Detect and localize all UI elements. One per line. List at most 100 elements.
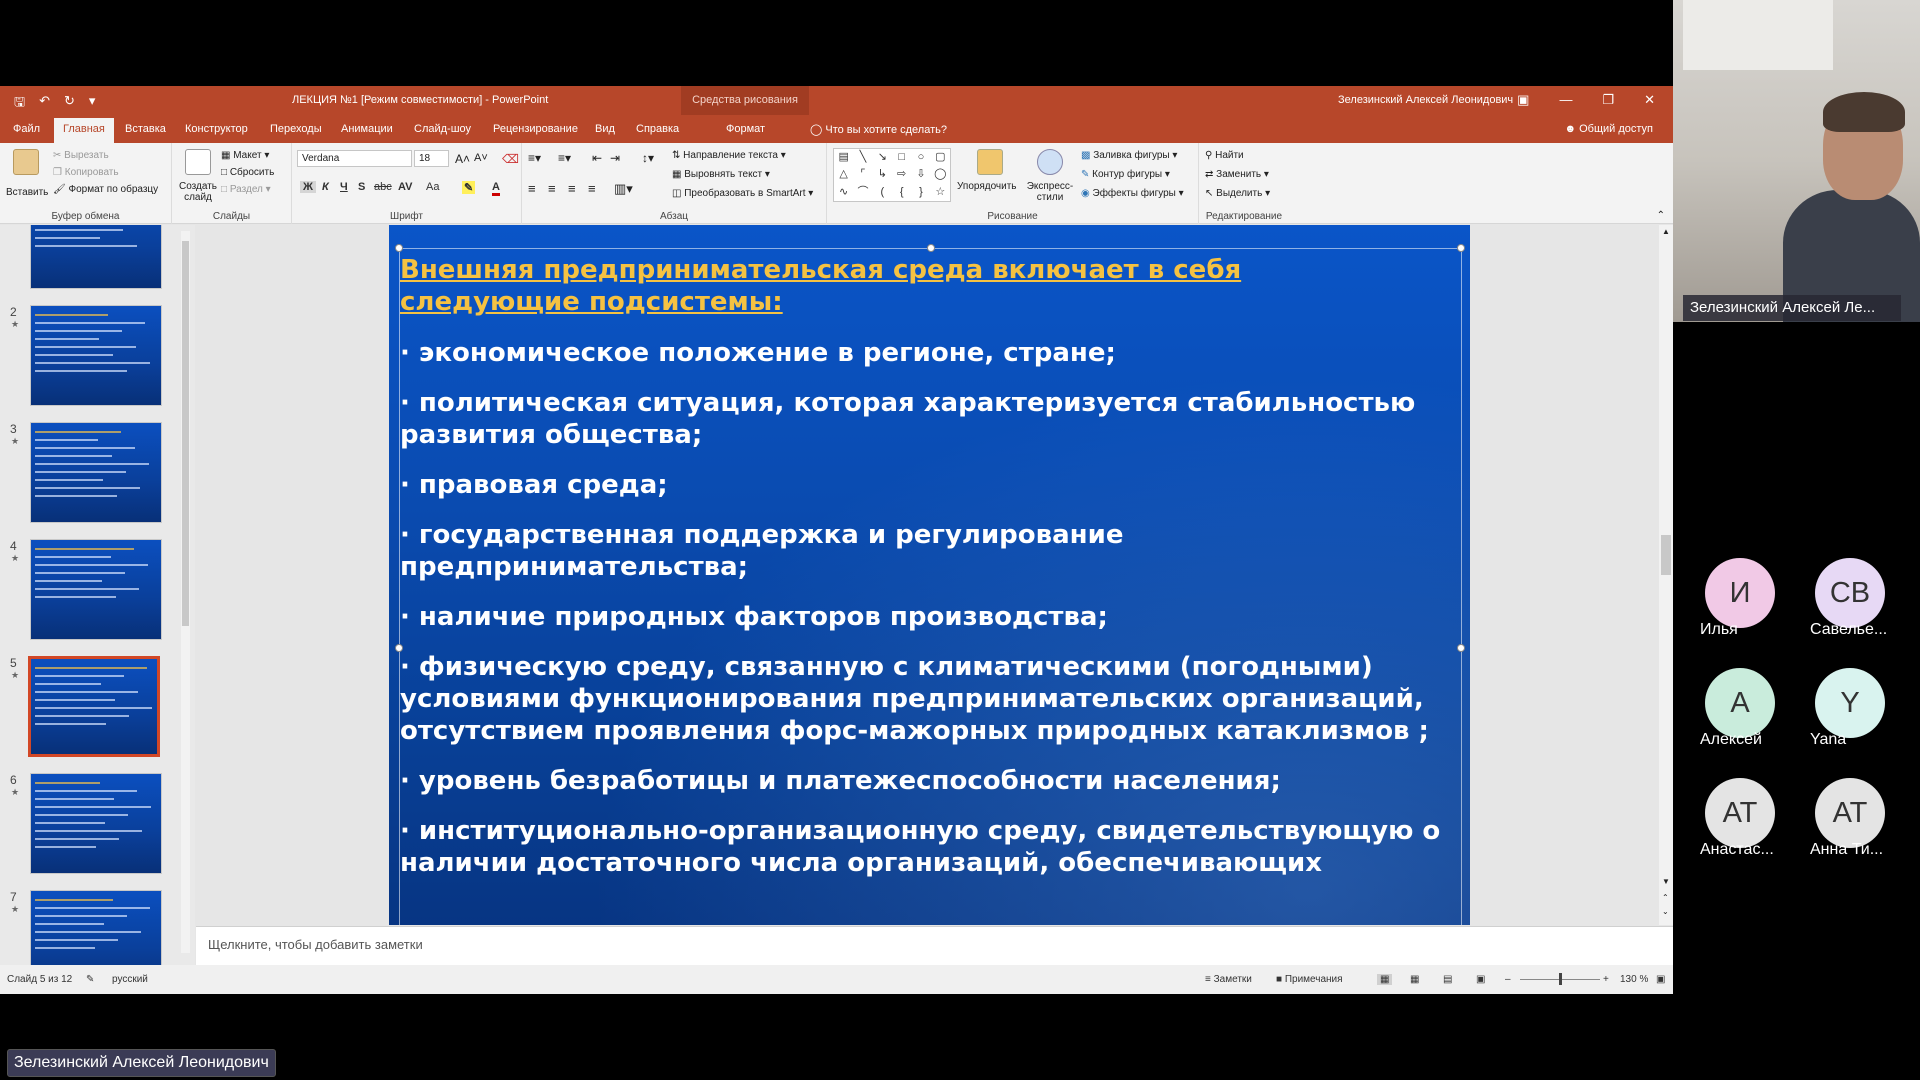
font-color-button[interactable]: A: [492, 181, 500, 196]
save-icon[interactable]: 🖫: [14, 93, 25, 115]
shape-effects-button[interactable]: ◉ Эффекты фигуры ▾: [1081, 188, 1184, 199]
text-placeholder-selection[interactable]: [395, 244, 1465, 925]
char-spacing-button[interactable]: AV: [398, 181, 412, 193]
align-text-button[interactable]: ▦ Выровнять текст ▾: [672, 169, 770, 180]
smartart-button[interactable]: ◫ Преобразовать в SmartArt ▾: [672, 188, 813, 199]
normal-view-icon[interactable]: ▦: [1377, 974, 1393, 985]
shapes-gallery[interactable]: ▤ ╲ ↘ □ ○ ▢ △ ⌜ ↳ ⇨ ⇩ ◯ ∿ ⌒({} ☆: [833, 148, 951, 202]
justify-icon[interactable]: ≡: [588, 181, 596, 196]
change-case-button[interactable]: Aa: [426, 181, 439, 193]
zoom-slider-thumb[interactable]: [1559, 973, 1562, 985]
slide-sorter-icon[interactable]: ▦: [1410, 974, 1419, 985]
ribbon-display-icon[interactable]: ▣: [1517, 92, 1529, 108]
format-painter-button[interactable]: 🖌 Формат по образцу: [53, 184, 158, 195]
text-direction-button[interactable]: ⇅ Направление текста ▾: [672, 150, 786, 161]
slide-thumbnail[interactable]: [30, 305, 162, 406]
rect-shape-icon[interactable]: □: [892, 149, 911, 166]
shadow-button[interactable]: S: [358, 181, 365, 193]
align-right-icon[interactable]: ≡: [568, 181, 576, 196]
thumbnails-scrollbar[interactable]: [181, 231, 190, 953]
language-indicator[interactable]: русский: [112, 974, 148, 985]
arrange-button[interactable]: Упорядочить: [957, 181, 1017, 192]
layout-button[interactable]: ▦ Макет ▾: [221, 150, 269, 161]
tell-me-search[interactable]: ◯ Что вы хотите сделать?: [810, 123, 947, 136]
collapse-ribbon-icon[interactable]: ⌃: [1657, 210, 1665, 221]
redo-icon[interactable]: ↻: [64, 93, 75, 115]
numbering-icon[interactable]: ≡▾: [558, 151, 571, 165]
triangle-shape-icon[interactable]: △: [834, 166, 853, 183]
shape-fill-button[interactable]: ▩ Заливка фигуры ▾: [1081, 150, 1177, 161]
next-slide-icon[interactable]: ⌄: [1662, 907, 1669, 916]
participant-avatar[interactable]: СВ: [1815, 558, 1885, 628]
slide-thumbnail[interactable]: [30, 539, 162, 640]
elbow-arrow-shape-icon[interactable]: ↳: [873, 166, 892, 183]
fit-slide-icon[interactable]: ▣: [1656, 974, 1665, 985]
select-button[interactable]: ↖ Выделить ▾: [1205, 188, 1270, 199]
shrink-font-icon[interactable]: A˅: [474, 152, 488, 164]
reading-view-icon[interactable]: ▤: [1443, 974, 1452, 985]
comments-button[interactable]: ■ Примечания: [1276, 974, 1343, 985]
italic-button[interactable]: К: [322, 181, 329, 193]
tab-view[interactable]: Вид: [595, 123, 615, 135]
paste-button[interactable]: Вставить: [6, 187, 48, 198]
down-arrow-shape-icon[interactable]: ⇩: [911, 166, 930, 183]
right-arrow-shape-icon[interactable]: ⇨: [892, 166, 911, 183]
quick-styles-button[interactable]: Экспресс-стили: [1025, 181, 1075, 203]
notes-pane[interactable]: Щелкните, чтобы добавить заметки: [196, 926, 1673, 965]
scroll-down-icon[interactable]: ▼: [1662, 877, 1670, 886]
bracket-shape-icon[interactable]: (: [873, 184, 892, 201]
copy-button[interactable]: ❐ Копировать: [53, 167, 119, 178]
tab-review[interactable]: Рецензирование: [493, 123, 578, 135]
callout-shape-icon[interactable]: ◯: [931, 166, 950, 183]
share-button[interactable]: ☻ Общий доступ: [1564, 123, 1653, 135]
clear-formatting-icon[interactable]: ⌫: [502, 152, 519, 166]
zoom-out-icon[interactable]: –: [1505, 974, 1511, 985]
bold-button[interactable]: Ж: [300, 181, 316, 193]
slide-scroll-knob[interactable]: [1661, 535, 1671, 575]
increase-indent-icon[interactable]: ⇥: [610, 151, 620, 165]
strikethrough-button[interactable]: abc: [374, 181, 392, 193]
resize-handle-left[interactable]: [395, 644, 403, 652]
tab-insert[interactable]: Вставка: [125, 123, 166, 135]
textbox-shape-icon[interactable]: ▤: [834, 149, 853, 166]
notes-button[interactable]: ≡ Заметки: [1205, 974, 1252, 985]
resize-handle-right[interactable]: [1457, 644, 1465, 652]
undo-icon[interactable]: ↶: [39, 93, 50, 115]
shape-outline-button[interactable]: ✎ Контур фигуры ▾: [1081, 169, 1170, 180]
brace-shape-icon[interactable]: {: [892, 184, 911, 201]
slide-thumbnail[interactable]: [30, 225, 162, 289]
tab-home[interactable]: Главная: [54, 118, 114, 143]
elbow-shape-icon[interactable]: ⌜: [853, 166, 872, 183]
rounded-rect-shape-icon[interactable]: ▢: [931, 149, 950, 166]
arc-shape-icon[interactable]: ⌒: [853, 184, 872, 201]
scroll-up-icon[interactable]: ▲: [1662, 227, 1670, 236]
resize-handle-tr[interactable]: [1457, 244, 1465, 252]
section-button[interactable]: □ Раздел ▾: [221, 184, 271, 195]
align-center-icon[interactable]: ≡: [548, 181, 556, 196]
tab-design[interactable]: Конструктор: [185, 123, 248, 135]
find-button[interactable]: ⚲ Найти: [1205, 150, 1244, 161]
replace-button[interactable]: ⇄ Заменить ▾: [1205, 169, 1269, 180]
slideshow-view-icon[interactable]: ▣: [1476, 974, 1485, 985]
tab-help[interactable]: Справка: [636, 123, 679, 135]
tab-animations[interactable]: Анимации: [341, 123, 393, 135]
spellcheck-icon[interactable]: ✎: [86, 974, 94, 985]
maximize-icon[interactable]: ❐: [1602, 92, 1614, 108]
bullets-icon[interactable]: ≡▾: [528, 151, 541, 165]
underline-button[interactable]: Ч: [340, 181, 348, 193]
participant-avatar[interactable]: АТ: [1815, 778, 1885, 848]
tab-transitions[interactable]: Переходы: [270, 123, 322, 135]
columns-icon[interactable]: ▥▾: [614, 181, 633, 197]
minimize-icon[interactable]: —: [1559, 92, 1572, 108]
star-shape-icon[interactable]: ☆: [931, 184, 950, 201]
tab-slideshow[interactable]: Слайд-шоу: [414, 123, 471, 135]
close-icon[interactable]: ✕: [1644, 92, 1655, 108]
cut-button[interactable]: ✂ Вырезать: [53, 150, 109, 161]
arrow-shape-icon[interactable]: ↘: [873, 149, 892, 166]
participant-avatar[interactable]: А: [1705, 668, 1775, 738]
thumbnails-scroll-knob[interactable]: [182, 241, 189, 626]
new-slide-button[interactable]: Создать слайд: [178, 181, 218, 203]
tab-file[interactable]: Файл: [13, 123, 40, 135]
oval-shape-icon[interactable]: ○: [911, 149, 930, 166]
zoom-level[interactable]: 130 %: [1620, 974, 1648, 985]
